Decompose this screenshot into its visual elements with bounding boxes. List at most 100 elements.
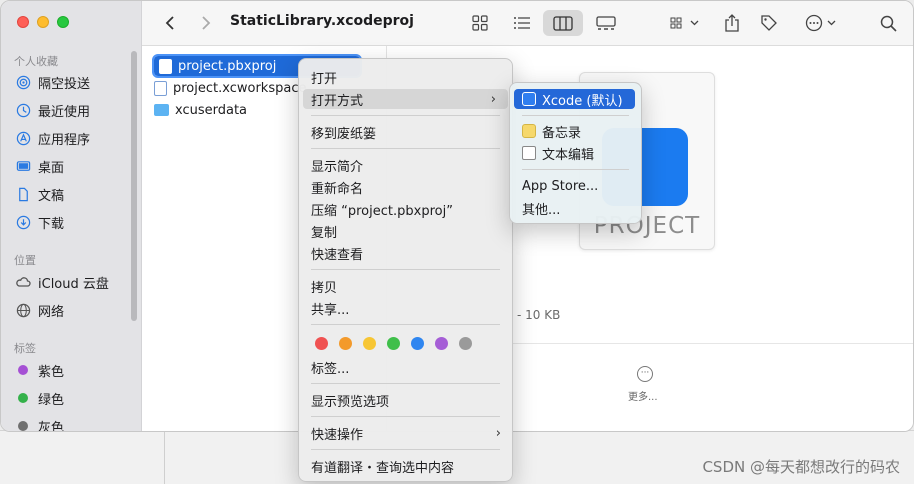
menu-item-share[interactable]: 共享... [311,298,349,318]
sidebar-item-label: 灰色 [38,420,65,432]
sidebar-item-applications[interactable]: 应用程序 [15,127,90,149]
download-icon [15,214,31,230]
menu-item-copy[interactable]: 拷贝 [311,276,337,296]
network-icon [15,302,31,318]
submenu-item-textedit[interactable]: 文本编辑 [522,143,594,163]
purple-tag-dot-icon [18,365,28,375]
sidebar-tag-gray[interactable]: 灰色 [15,415,65,432]
sidebar-item-label: 隔空投送 [38,76,91,92]
submenu-item-app-store[interactable]: App Store... [522,176,598,196]
sidebar-item-documents[interactable]: 文稿 [15,183,64,205]
share-icon [725,14,739,32]
zoom-button[interactable] [57,16,69,28]
sidebar-item-label: 紫色 [38,364,65,380]
folder-icon [154,104,169,116]
menu-item-open-with[interactable]: 打开方式 › [303,89,508,109]
menu-item-quick-look[interactable]: 快速查看 [311,243,363,263]
applications-icon [15,130,31,146]
xcode-icon [522,92,536,106]
sidebar-item-label: 桌面 [38,160,65,176]
menu-item-quick-actions[interactable]: 快速操作 › [311,423,501,443]
submenu-item-notes[interactable]: 备忘录 [522,121,581,141]
sidebar-tag-green[interactable]: 绿色 [15,387,64,409]
submenu-item-xcode[interactable]: Xcode (默认) [514,89,635,109]
menu-item-youdao-translate[interactable]: 有道翻译・查询选中内容 [311,456,454,476]
watermark-text: CSDN @每天都想改行的码农 [702,458,900,476]
more-label[interactable]: 更多... [628,388,658,403]
menu-item-show-preview-options[interactable]: 显示预览选项 [311,390,389,410]
green-tag-dot-icon [18,393,28,403]
search-icon [880,15,897,32]
gallery-view-button[interactable] [592,10,620,36]
column-view-button[interactable] [543,10,583,36]
group-grid-icon [670,17,681,29]
sidebar-item-label: 网络 [38,304,65,320]
file-size: - 10 KB [517,308,561,322]
sidebar-item-network[interactable]: 网络 [15,299,64,321]
menu-item-duplicate[interactable]: 复制 [311,221,337,241]
menu-item-open[interactable]: 打开 [311,67,337,87]
toolbar: StaticLibrary.xcodeproj [142,1,913,46]
chevron-right-icon: › [490,91,496,107]
menu-item-rename[interactable]: 重新命名 [311,177,363,197]
menu-item-label: 快速操作 [311,427,364,443]
minimize-button[interactable] [37,16,49,28]
chevron-right-icon [202,16,211,30]
menu-item-tags[interactable]: 标签... [311,357,349,377]
sidebar-tag-purple[interactable]: 紫色 [15,359,64,381]
tag-color-green[interactable] [387,337,400,350]
submenu-item-other[interactable]: 其他... [522,198,560,218]
chevron-left-icon [165,16,174,30]
favorites-section-label: 个人收藏 [14,55,58,68]
file-name: project.pbxproj [178,58,277,74]
list-view-button[interactable] [508,10,536,36]
desktop-icon [15,158,31,174]
submenu-item-label: Xcode (默认) [542,93,623,109]
file-name: project.xcworkspace [173,80,307,96]
search-button[interactable] [876,10,900,36]
back-button[interactable] [160,10,180,36]
chevron-down-icon [690,20,698,26]
more-actions-button[interactable] [798,10,842,36]
open-with-submenu: Xcode (默认) 备忘录 文本编辑 App Store... 其他... [509,82,642,224]
file-row-xcuserdata[interactable]: xcuserdata [154,100,247,120]
tag-color-blue[interactable] [411,337,424,350]
document-icon [15,186,31,202]
sidebar-item-downloads[interactable]: 下载 [15,211,64,233]
window-title: StaticLibrary.xcodeproj [230,13,414,29]
group-button[interactable] [664,10,704,36]
submenu-item-label: 备忘录 [542,125,582,141]
chevron-down-icon [827,20,835,26]
share-button[interactable] [720,10,744,36]
tag-color-purple[interactable] [435,337,448,350]
menu-item-get-info[interactable]: 显示简介 [311,155,363,175]
sidebar-item-label: 绿色 [38,392,65,408]
airdrop-icon [15,74,31,90]
sidebar-item-desktop[interactable]: 桌面 [15,155,64,177]
sidebar-scrollbar[interactable] [131,51,137,321]
tag-color-orange[interactable] [339,337,352,350]
clock-icon [15,102,31,118]
sidebar-item-icloud[interactable]: iCloud 云盘 [15,271,109,293]
sidebar-item-label: 文稿 [38,188,65,204]
gray-tag-dot-icon [18,421,28,431]
sidebar-item-airdrop[interactable]: 隔空投送 [15,71,90,93]
menu-item-move-to-trash[interactable]: 移到废纸篓 [311,122,376,142]
file-row-project-xcworkspace[interactable]: project.xcworkspace [154,78,306,98]
menu-item-compress[interactable]: 压缩 “project.pbxproj” [311,199,453,219]
sidebar-item-recents[interactable]: 最近使用 [15,99,90,121]
tag-button[interactable] [756,10,782,36]
grid-icon [472,15,488,31]
tag-color-yellow[interactable] [363,337,376,350]
tag-color-red[interactable] [315,337,328,350]
ellipsis-circle-icon [805,14,822,32]
icon-view-button[interactable] [468,10,492,36]
more-icon[interactable]: ··· [637,366,653,382]
tag-color-gray[interactable] [459,337,472,350]
file-name: xcuserdata [175,102,248,118]
submenu-item-label: 文本编辑 [542,147,595,163]
columns-icon [553,15,573,31]
forward-button[interactable] [196,10,216,36]
cloud-icon [15,274,31,290]
close-button[interactable] [17,16,29,28]
